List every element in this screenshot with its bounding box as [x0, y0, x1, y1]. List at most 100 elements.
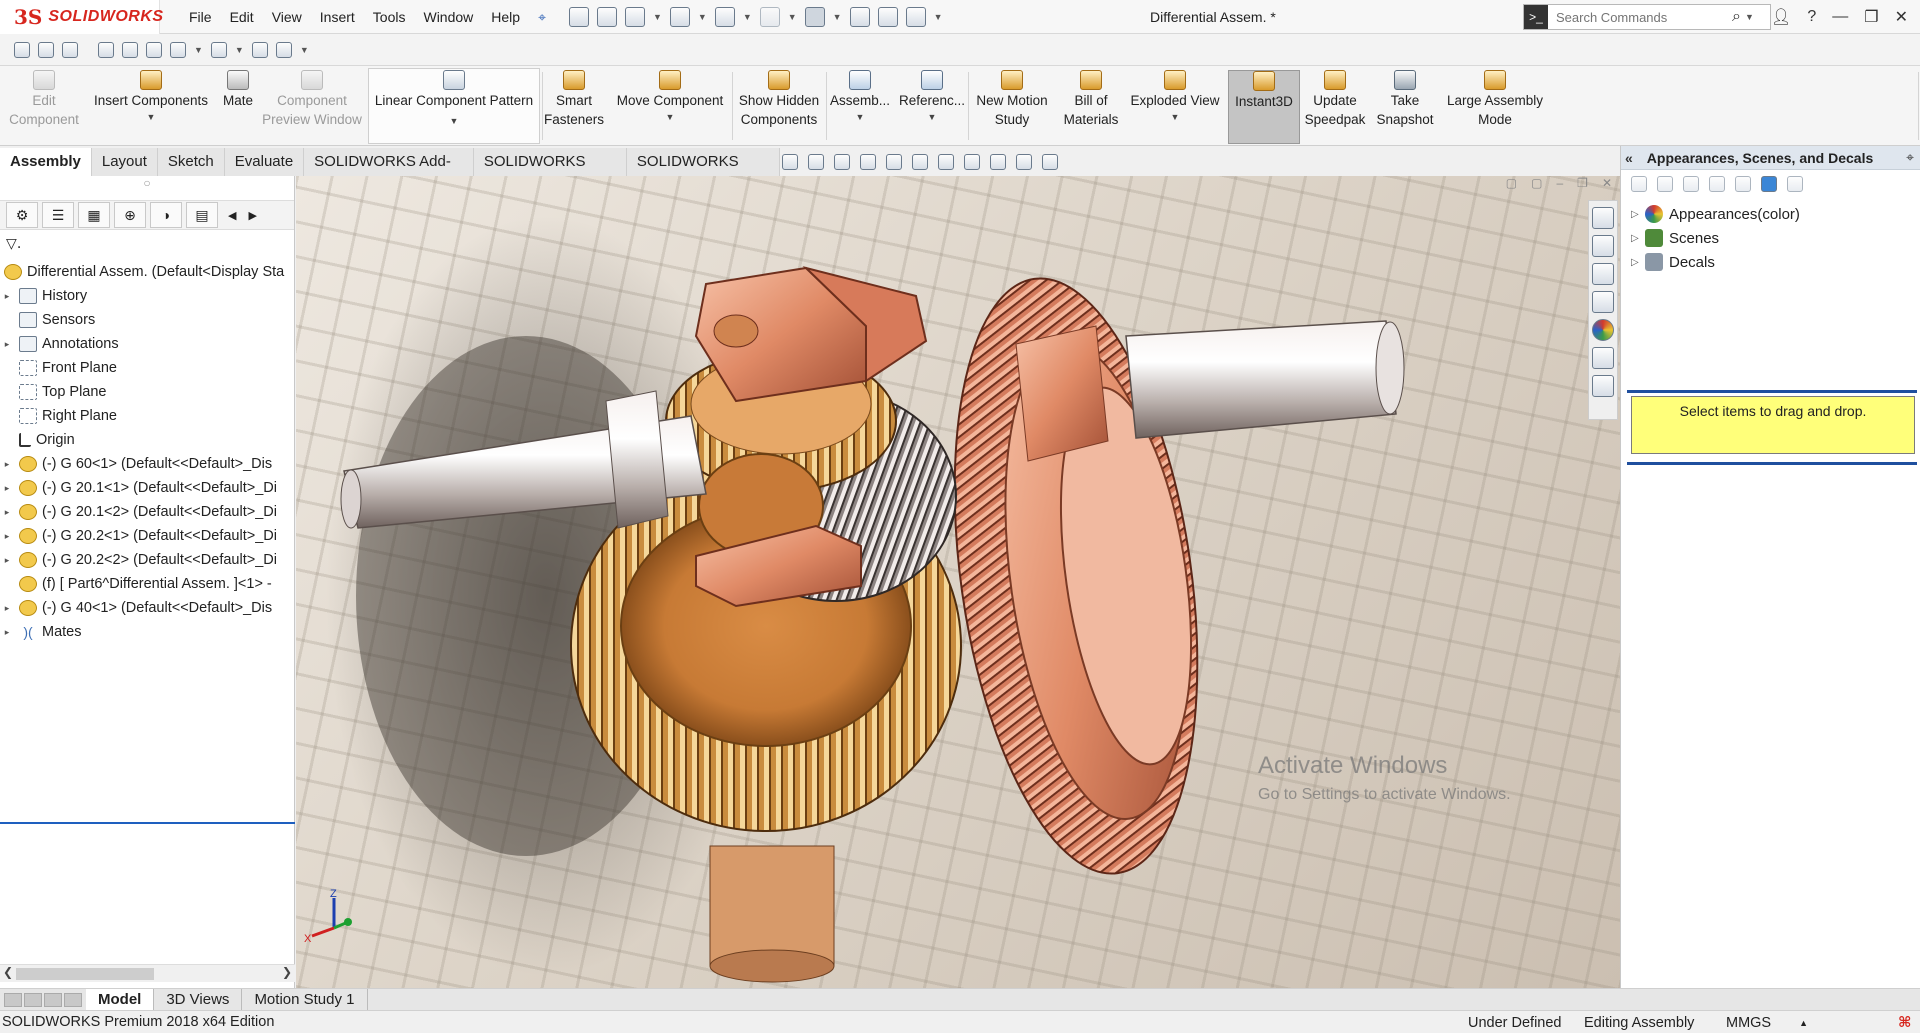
next-tab-icon[interactable] — [44, 992, 62, 1007]
propertymanager-tab-icon[interactable]: ☰ — [42, 202, 74, 228]
viewport-restore-button[interactable]: ❐ — [1577, 176, 1588, 190]
close-button[interactable]: ✕ — [1895, 7, 1908, 27]
splitter-bar[interactable] — [1627, 462, 1917, 465]
help-icon[interactable]: ? — [1807, 8, 1816, 26]
dimxpert-tab-icon[interactable]: ⊕ — [114, 202, 146, 228]
select-icon[interactable] — [804, 6, 825, 27]
update-speedpak-button[interactable]: Update Speedpak — [1302, 70, 1368, 144]
tree-item[interactable]: Right Plane — [0, 404, 295, 428]
list-item-decals[interactable]: ▷ Decals — [1621, 250, 1920, 274]
tab-cam[interactable]: SOLIDWORKS CAM — [627, 148, 780, 198]
tab-motion-study[interactable]: Motion Study 1 — [242, 988, 368, 1011]
custom-properties-icon[interactable] — [1592, 347, 1614, 369]
back-icon[interactable] — [1631, 176, 1647, 192]
list-item-scenes[interactable]: ▷ Scenes — [1621, 226, 1920, 250]
scroll-thumb[interactable] — [16, 968, 154, 980]
tab-model[interactable]: Model — [86, 988, 155, 1011]
undo-icon[interactable] — [759, 6, 780, 27]
new-document-icon[interactable] — [596, 6, 617, 27]
collapse-chevron-icon[interactable]: « — [1625, 150, 1633, 166]
tab-sketch[interactable]: Sketch — [158, 148, 225, 176]
tabs-left-arrow-icon[interactable]: ◀ — [228, 209, 236, 222]
options-gear-icon[interactable] — [905, 6, 926, 27]
panel-splitter[interactable]: ○ — [0, 176, 294, 200]
chevron-down-icon[interactable]: ▼ — [928, 110, 937, 124]
tree-item[interactable]: ▸ (-) G 20.2<2> (Default<<Default>_Di — [0, 548, 295, 572]
chevron-down-icon[interactable]: ▼ — [450, 114, 459, 128]
open-icon[interactable] — [624, 6, 645, 27]
linear-component-pattern-button[interactable]: Linear Component Pattern ▼ — [368, 70, 540, 144]
tree-item[interactable]: ▸ History — [0, 284, 295, 308]
viewport-tile2-icon[interactable]: ▢ — [1531, 176, 1542, 190]
drag-drop-area[interactable]: Select items to drag and drop. — [1631, 396, 1915, 454]
prev-tab-icon[interactable] — [24, 992, 42, 1007]
units-status[interactable]: MMGS ▲ — [1726, 1011, 1808, 1033]
show-hidden-components-button[interactable]: Show Hidden Components — [734, 70, 824, 144]
tab-3d-views[interactable]: 3D Views — [154, 988, 243, 1011]
view-settings-icon[interactable] — [1042, 154, 1058, 170]
mate-button[interactable]: Mate — [214, 70, 262, 144]
featuremanager-tab-icon[interactable]: ⚙ — [6, 202, 38, 228]
large-assembly-mode-button[interactable]: Large Assembly Mode — [1440, 70, 1550, 144]
menu-tools[interactable]: Tools — [364, 0, 415, 34]
scroll-left-icon[interactable]: ❮ — [3, 965, 13, 979]
scroll-right-icon[interactable]: ❯ — [282, 965, 292, 979]
folder-icon[interactable] — [1735, 176, 1751, 192]
user-icon[interactable]: 👤︎ — [1771, 7, 1791, 27]
cam-tab-icon[interactable]: ▤ — [186, 202, 218, 228]
tree-item[interactable]: ▸ (-) G 20.2<1> (Default<<Default>_Di — [0, 524, 295, 548]
display-style-icon[interactable] — [938, 154, 954, 170]
solidworks-status-icon[interactable]: ⌘ — [1898, 1011, 1911, 1033]
chevron-down-icon[interactable]: ▼ — [147, 110, 156, 124]
design-library-icon[interactable] — [1592, 235, 1614, 257]
previous-view-icon[interactable] — [834, 154, 850, 170]
hide-show-icon[interactable] — [170, 41, 186, 58]
pin-icon[interactable]: ⌖ — [529, 0, 555, 34]
right-axle-shaft[interactable] — [1125, 320, 1397, 439]
tabs-right-arrow-icon[interactable]: ▶ — [248, 209, 256, 222]
pin-icon[interactable]: ⌖ — [1906, 149, 1914, 166]
appearances-icon[interactable] — [1592, 319, 1614, 341]
scene-icon[interactable] — [251, 41, 268, 58]
zoom-area-icon[interactable] — [38, 41, 54, 58]
horizontal-scrollbar[interactable]: ❮ ❯ — [0, 964, 295, 982]
expand-icon[interactable]: ▸ — [0, 603, 14, 614]
insert-components-button[interactable]: Insert Components ▼ — [88, 70, 214, 144]
tree-item[interactable]: ▸ (-) G 20.1<2> (Default<<Default>_Di — [0, 500, 295, 524]
expand-icon[interactable]: ▸ — [0, 291, 14, 302]
print-icon[interactable] — [714, 6, 735, 27]
up-icon[interactable] — [1787, 176, 1803, 192]
traffic-light-icon[interactable] — [849, 6, 870, 27]
tab-evaluate[interactable]: Evaluate — [225, 148, 305, 176]
display-style-icon[interactable] — [146, 41, 162, 58]
reference-geometry-button[interactable]: Referenc... ▼ — [896, 70, 968, 144]
refresh-icon[interactable] — [1761, 176, 1777, 192]
forward-icon[interactable] — [1657, 176, 1673, 192]
chevron-down-icon[interactable]: ▼ — [1171, 110, 1180, 124]
tree-item[interactable]: Origin — [0, 428, 295, 452]
edit-component-button[interactable]: Edit Component — [2, 70, 86, 144]
filter-icon[interactable]: ▽․ — [6, 235, 21, 252]
hide-show-items-icon[interactable] — [964, 154, 980, 170]
tree-filter[interactable]: ▽․ — [0, 230, 294, 256]
component-preview-button[interactable]: Component Preview Window — [256, 70, 368, 144]
expand-icon[interactable]: ▸ — [0, 531, 14, 542]
tree-item[interactable]: Front Plane — [0, 356, 295, 380]
expand-icon[interactable]: ▸ — [0, 459, 14, 470]
dynamic-annotation-icon[interactable] — [886, 154, 902, 170]
apply-scene-icon[interactable] — [1016, 154, 1032, 170]
viewport-minimize-button[interactable]: – — [1556, 176, 1563, 190]
view-settings-icon[interactable] — [275, 41, 292, 58]
tab-layout[interactable]: Layout — [92, 148, 158, 176]
rollback-bar[interactable] — [0, 822, 295, 824]
chevron-down-icon[interactable]: ▼ — [743, 12, 752, 22]
tree-item[interactable]: Sensors — [0, 308, 295, 332]
bill-of-materials-button[interactable]: Bill of Materials — [1058, 70, 1124, 144]
assembly-features-button[interactable]: Assemb... ▼ — [828, 70, 892, 144]
edit-appearance-icon[interactable] — [210, 41, 227, 58]
zoom-to-fit-icon[interactable] — [782, 154, 798, 170]
expand-icon[interactable]: ▷ — [1631, 209, 1645, 220]
viewport-close-button[interactable]: ✕ — [1602, 176, 1612, 190]
expand-icon[interactable]: ▸ — [0, 339, 14, 350]
expand-icon[interactable]: ▷ — [1631, 233, 1645, 244]
